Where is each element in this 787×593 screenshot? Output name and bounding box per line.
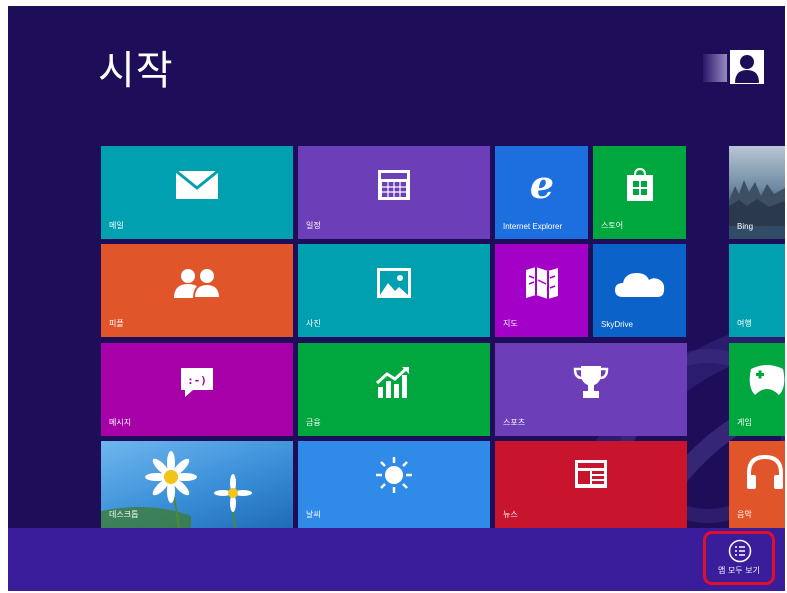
all-apps-list-icon — [728, 539, 752, 563]
svg-text:e: e — [529, 166, 553, 204]
tile-label: 지도 — [503, 319, 518, 328]
tile-games[interactable]: 게임 — [729, 343, 785, 436]
internet-explorer-icon: e — [529, 166, 553, 204]
tile-label: 게임 — [737, 418, 752, 427]
tile-internet-explorer[interactable]: e Internet Explorer — [495, 146, 588, 239]
tile-weather[interactable]: 날씨 — [298, 441, 490, 528]
maps-icon — [525, 267, 558, 300]
mail-icon — [175, 170, 219, 200]
tile-label: Internet Explorer — [503, 222, 563, 231]
tile-label: 메시지 — [109, 418, 132, 427]
tile-label: 데스크톱 — [109, 510, 139, 519]
tile-messaging[interactable]: :-) 메시지 — [101, 343, 293, 436]
tile-desktop[interactable]: 데스크톱 — [101, 441, 293, 528]
tile-skydrive[interactable]: SkyDrive — [593, 244, 686, 337]
tile-calendar[interactable]: 일정 — [298, 146, 490, 239]
tile-label: SkyDrive — [601, 320, 634, 329]
tile-people[interactable]: 피플 — [101, 244, 293, 337]
tile-photos[interactable]: 사진 — [298, 244, 490, 337]
app-bar — [8, 528, 785, 591]
calendar-icon — [378, 170, 410, 201]
tile-label: Bing — [737, 222, 754, 231]
tile-label: 여행 — [737, 319, 752, 328]
tile-label: 음악 — [737, 510, 752, 519]
svg-text::-): :-) — [187, 374, 207, 387]
user-avatar[interactable] — [730, 50, 764, 84]
tile-news[interactable]: 뉴스 — [495, 441, 687, 528]
tile-label: 스토어 — [601, 221, 624, 230]
user-avatar-icon — [735, 55, 759, 83]
finance-icon — [376, 366, 409, 399]
tile-music[interactable]: 음악 — [729, 441, 785, 528]
start-screen: 시작 메일 일정 e Internet Explorer 스토어 Bing 피플… — [8, 6, 785, 591]
tile-bing[interactable]: Bing — [729, 146, 785, 239]
news-icon — [575, 460, 607, 488]
tile-sports[interactable]: 스포츠 — [495, 343, 687, 436]
tile-maps[interactable]: 지도 — [495, 244, 588, 337]
all-apps-button[interactable]: 앱 모두 보기 — [703, 531, 775, 585]
tile-label: 일정 — [306, 221, 321, 230]
tile-mail[interactable]: 메일 — [101, 146, 293, 239]
tile-label: 금융 — [306, 418, 321, 427]
tile-label: 뉴스 — [503, 510, 518, 519]
tile-label: 스포츠 — [503, 418, 526, 427]
people-icon — [174, 269, 222, 300]
bing-image — [729, 180, 785, 226]
messaging-icon: :-) — [181, 368, 213, 398]
tile-label: 사진 — [306, 319, 321, 328]
user-name[interactable] — [703, 54, 727, 82]
music-headphones-icon — [747, 454, 783, 489]
weather-sun-icon — [376, 457, 412, 493]
tile-label: 메일 — [109, 221, 124, 230]
skydrive-icon — [614, 273, 664, 298]
tile-store[interactable]: 스토어 — [593, 146, 686, 239]
store-icon — [626, 168, 653, 202]
start-title: 시작 — [98, 48, 174, 94]
tile-finance[interactable]: 금융 — [298, 343, 490, 436]
sports-trophy-icon — [573, 366, 609, 399]
tile-label: 날씨 — [306, 510, 321, 519]
games-controller-icon — [749, 365, 785, 395]
tile-label: 피플 — [109, 319, 124, 328]
photos-icon — [377, 268, 411, 299]
all-apps-label: 앱 모두 보기 — [718, 566, 760, 575]
tile-travel[interactable]: 여행 — [729, 244, 785, 337]
